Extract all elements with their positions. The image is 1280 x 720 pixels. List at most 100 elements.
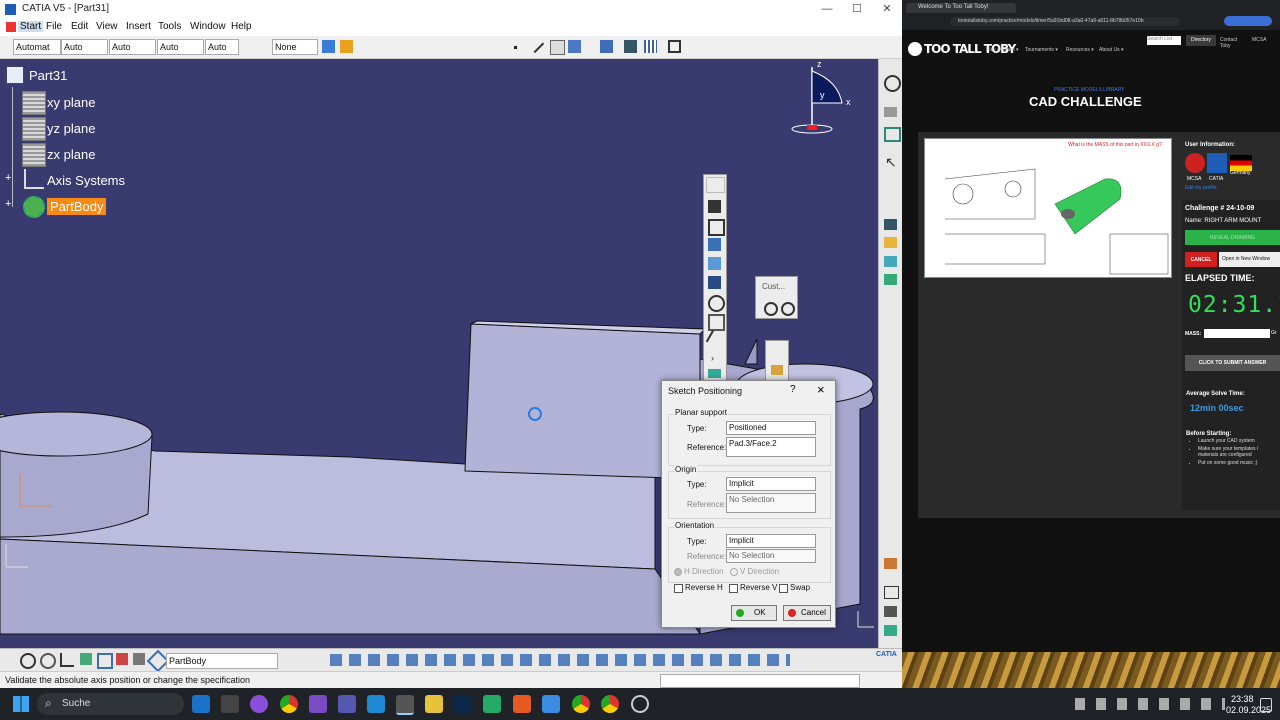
- part-icon[interactable]: [6, 66, 24, 84]
- axis-system-icon[interactable]: [24, 169, 44, 189]
- pocket-icon[interactable]: [708, 257, 721, 270]
- toolbar-icon[interactable]: [884, 256, 897, 267]
- point-icon[interactable]: [514, 46, 517, 49]
- toolbar-icon[interactable]: [884, 219, 897, 230]
- color-combo[interactable]: Automat: [13, 39, 61, 55]
- drawing-image[interactable]: What is the MASS of this part in XXX.X g…: [924, 138, 1172, 278]
- plane-icon[interactable]: [22, 117, 46, 141]
- planar-type-select[interactable]: Positioned: [726, 421, 816, 435]
- menu-tools[interactable]: Tools: [158, 21, 181, 32]
- tree-yz-plane[interactable]: yz plane: [47, 121, 95, 136]
- toolbar-icon[interactable]: [884, 274, 897, 285]
- minimize-button[interactable]: —: [812, 0, 842, 19]
- toolbar-icon[interactable]: [884, 237, 897, 248]
- windows-start-icon[interactable]: [13, 696, 29, 712]
- cancel-button[interactable]: Cancel: [783, 605, 831, 621]
- contact-link[interactable]: Contact Toby: [1220, 37, 1242, 49]
- menu-edit[interactable]: Edit: [71, 21, 88, 32]
- orientation-type-select[interactable]: Implicit: [726, 534, 816, 548]
- positioned-sketch-icon[interactable]: [708, 219, 725, 236]
- h-direction-radio[interactable]: [674, 568, 682, 576]
- planar-reference-field[interactable]: Pad.3/Face.2: [726, 437, 816, 457]
- cube-icon[interactable]: [708, 369, 721, 378]
- taskbar-search[interactable]: ⌕ Suche: [37, 693, 184, 715]
- address-bar[interactable]: toototallstoby.com/practice/models/timer…: [950, 17, 1180, 26]
- plane-icon[interactable]: [550, 40, 565, 55]
- toolbar-handle[interactable]: [706, 177, 725, 193]
- outlook-icon[interactable]: [192, 695, 210, 713]
- pencil-icon[interactable]: [705, 330, 726, 349]
- menu-insert[interactable]: Insert: [126, 21, 151, 32]
- catia-icon[interactable]: [396, 695, 414, 715]
- rotate-icon[interactable]: [20, 653, 36, 669]
- open-new-window-button[interactable]: Open in New Window: [1219, 252, 1280, 267]
- help-button[interactable]: ?: [790, 384, 796, 395]
- ok-button[interactable]: OK: [731, 605, 777, 621]
- toolbar-icon[interactable]: [884, 606, 897, 617]
- toolbar-icon[interactable]: [884, 625, 897, 636]
- constraint-icon[interactable]: [624, 40, 637, 53]
- v-direction-radio[interactable]: [730, 568, 738, 576]
- toolbar-icon[interactable]: [97, 653, 113, 669]
- submit-answer-button[interactable]: CLICK TO SUBMIT ANSWER: [1185, 355, 1280, 371]
- swap-checkbox[interactable]: [779, 584, 788, 593]
- mcsa-link[interactable]: MCSA: [1252, 37, 1266, 43]
- axis-icon[interactable]: [568, 40, 581, 53]
- plane-icon[interactable]: [22, 143, 46, 167]
- directory-button[interactable]: Directory: [1186, 35, 1216, 46]
- menu-help[interactable]: Help: [231, 21, 252, 32]
- menu-view[interactable]: View: [96, 21, 118, 32]
- gear-icon[interactable]: [23, 196, 45, 218]
- point-combo[interactable]: Auto: [205, 39, 239, 55]
- nav-about[interactable]: About Us ▾: [1099, 47, 1123, 53]
- clock-time[interactable]: 23:38: [1231, 694, 1254, 704]
- command-input[interactable]: [660, 674, 860, 688]
- layer-combo[interactable]: None: [272, 39, 318, 55]
- tree-partbody[interactable]: PartBody: [47, 198, 107, 215]
- tree-axis-systems[interactable]: Axis Systems: [47, 173, 125, 188]
- tree-zx-plane[interactable]: zx plane: [47, 147, 95, 162]
- thickness-combo[interactable]: Auto: [157, 39, 204, 55]
- cancel-challenge-button[interactable]: CANCEL: [1185, 252, 1217, 267]
- paint-brush-icon[interactable]: [322, 40, 335, 53]
- mass-input[interactable]: [1204, 329, 1270, 338]
- toolbar-icon[interactable]: [884, 127, 901, 142]
- close-button[interactable]: ✕: [872, 0, 902, 19]
- pan-icon[interactable]: [40, 653, 56, 669]
- edit-profile-link[interactable]: Edit my profile: [1185, 185, 1217, 191]
- tree-xy-plane[interactable]: xy plane: [47, 95, 95, 110]
- menu-start[interactable]: Start: [18, 21, 44, 32]
- reverse-h-checkbox[interactable]: [674, 584, 683, 593]
- chrome-icon[interactable]: [280, 695, 298, 713]
- grid-icon[interactable]: [644, 40, 657, 53]
- maximize-button[interactable]: ☐: [842, 0, 872, 19]
- vscode-icon[interactable]: [367, 695, 385, 713]
- search-input[interactable]: Search List: [1147, 36, 1181, 45]
- app-icon[interactable]: [250, 695, 268, 713]
- app-icon[interactable]: [483, 695, 501, 713]
- app-icon[interactable]: [513, 695, 531, 713]
- toolbar-icon[interactable]: [884, 558, 897, 569]
- linetype-combo[interactable]: Auto: [109, 39, 156, 55]
- pad-icon[interactable]: [708, 238, 721, 251]
- select-arrow-icon[interactable]: ↖: [885, 154, 897, 171]
- more-arrow-icon[interactable]: ›: [711, 353, 714, 363]
- chrome-icon[interactable]: [572, 695, 590, 713]
- format-painter-icon[interactable]: [340, 40, 353, 53]
- sketch-small-icon[interactable]: [771, 365, 783, 375]
- measure-icon[interactable]: [600, 40, 613, 53]
- teams-icon[interactable]: [338, 695, 356, 713]
- compass[interactable]: z x y: [790, 59, 860, 139]
- dialog-close-button[interactable]: ×: [817, 382, 825, 397]
- notepad-icon[interactable]: [542, 695, 560, 713]
- fillet-icon[interactable]: [708, 314, 725, 331]
- origin-type-select[interactable]: Implicit: [726, 477, 816, 491]
- toolbar-icon[interactable]: [116, 653, 128, 665]
- view-icons-group[interactable]: [330, 654, 790, 666]
- nav-play-learn[interactable]: Play & Learn ▾: [986, 47, 1019, 53]
- sketch-icon[interactable]: [708, 200, 721, 213]
- tool-icon-2[interactable]: [781, 302, 795, 316]
- chrome-icon[interactable]: [601, 695, 619, 713]
- nav-resources[interactable]: Resources ▾: [1066, 47, 1094, 53]
- shaft-icon[interactable]: [708, 276, 721, 289]
